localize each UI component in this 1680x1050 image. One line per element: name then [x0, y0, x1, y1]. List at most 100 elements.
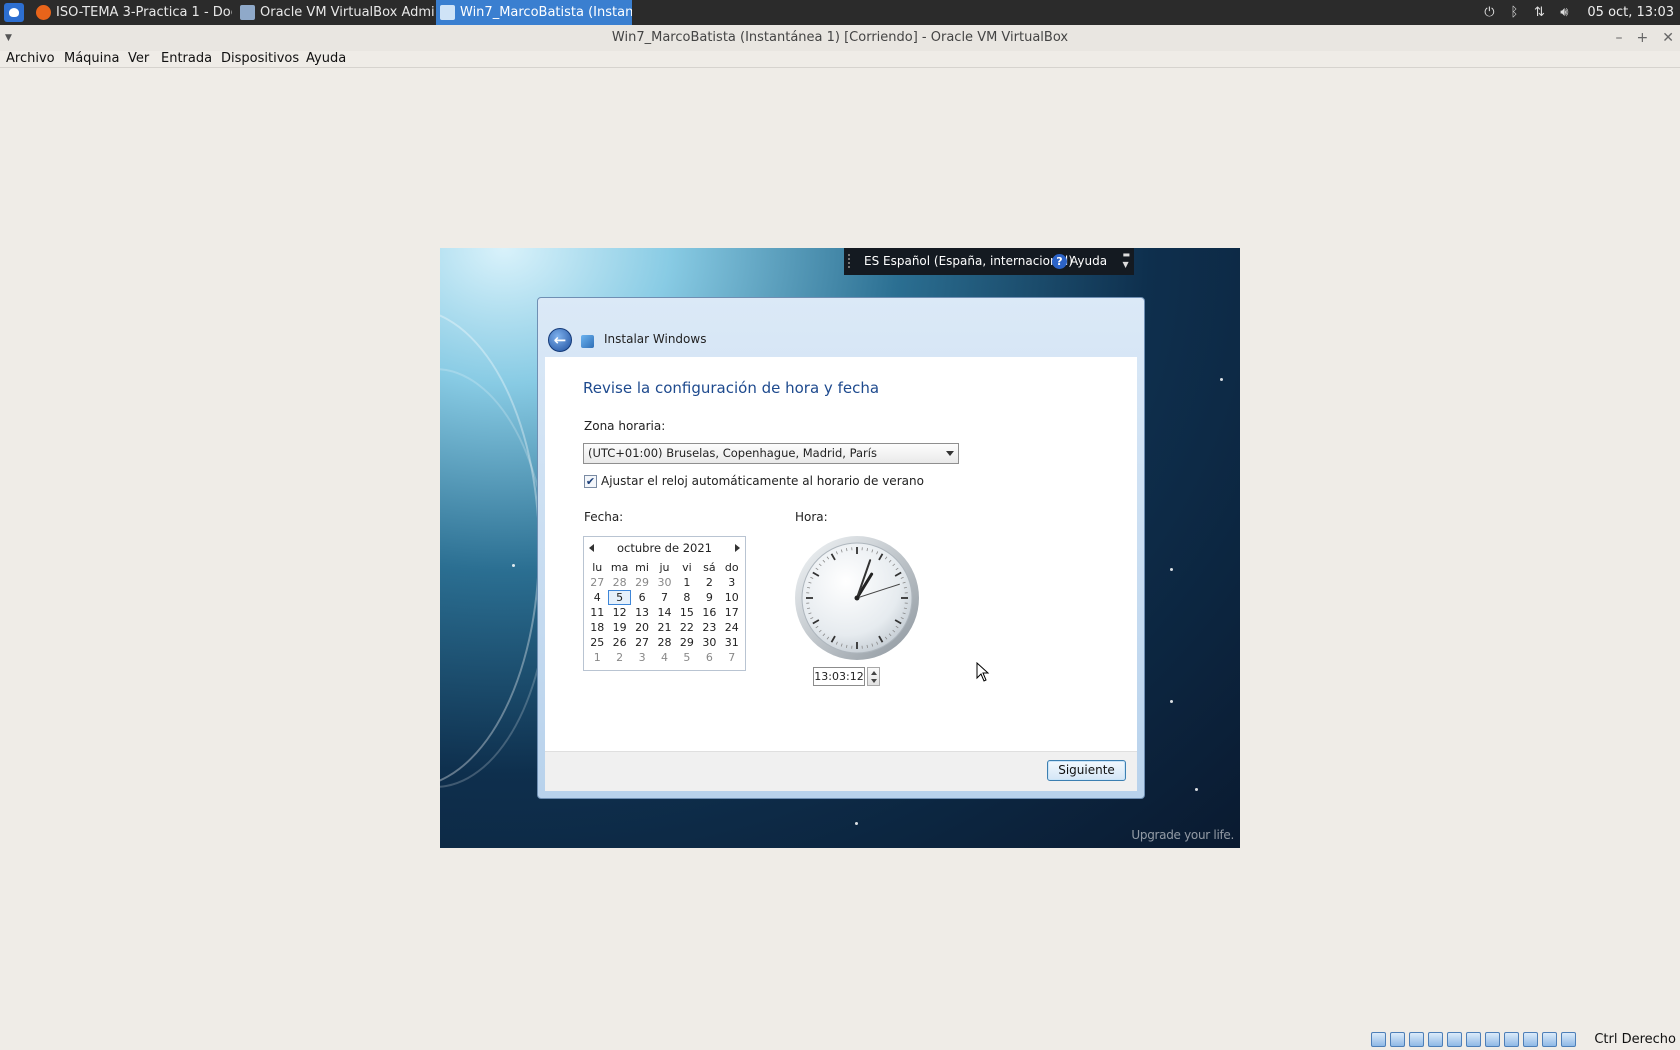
calendar-day[interactable]: 12 [608, 605, 630, 620]
dialog-title: Instalar Windows [604, 332, 707, 346]
calendar-day[interactable]: 2 [698, 575, 720, 590]
calendar-day[interactable]: 3 [721, 575, 743, 590]
language-bar-grip[interactable] [848, 254, 854, 268]
dst-checkbox[interactable]: ✔ [584, 475, 597, 488]
next-button[interactable]: Siguiente [1047, 760, 1126, 781]
calendar-day[interactable]: 28 [608, 575, 630, 590]
task-vm-window[interactable]: Win7_MarcoBatista (Instant... [436, 0, 632, 25]
tray-clock[interactable]: 05 oct, 13:03 [1587, 0, 1674, 25]
window-menu-icon[interactable]: ▼ [5, 25, 12, 51]
spin-up-icon[interactable] [871, 671, 877, 675]
calendar-day[interactable]: 24 [721, 620, 743, 635]
applications-menu-icon[interactable] [4, 3, 24, 22]
calendar-day[interactable]: 2 [608, 650, 630, 665]
hard-disk-icon[interactable] [1371, 1032, 1386, 1047]
calendar-day[interactable]: 20 [631, 620, 653, 635]
calendar-weekday: vi [682, 561, 692, 574]
calendar-day[interactable]: 15 [676, 605, 698, 620]
menu-dispositivos[interactable]: Dispositivos [221, 51, 299, 67]
calendar-day[interactable]: 10 [721, 590, 743, 605]
back-arrow-icon[interactable]: ← [548, 328, 572, 352]
calendar-day[interactable]: 4 [653, 650, 675, 665]
menu-maquina[interactable]: Máquina [64, 51, 120, 67]
taskbar: ISO-TEMA 3-Practica 1 - Doc... Oracle VM… [0, 0, 1680, 25]
close-icon[interactable]: ✕ [1662, 25, 1674, 51]
usb-icon[interactable] [1447, 1032, 1462, 1047]
calendar-day[interactable]: 29 [676, 635, 698, 650]
language-indicator[interactable]: ES Español (España, internacional) [864, 248, 1073, 275]
vm-display[interactable]: ES Español (España, internacional) ? Ayu… [440, 248, 1240, 848]
calendar-day[interactable]: 14 [653, 605, 675, 620]
calendar-day[interactable]: 8 [676, 590, 698, 605]
setup-dialog: ← Instalar Windows Revise la configuraci… [537, 297, 1145, 799]
calendar-day[interactable]: 30 [698, 635, 720, 650]
spin-down-icon[interactable] [871, 679, 877, 683]
language-bar-options-icon[interactable]: ▬ ▼ [1122, 250, 1130, 270]
dialog-content: Revise la configuración de hora y fecha … [545, 357, 1137, 751]
calendar-day[interactable]: 22 [676, 620, 698, 635]
calendar-day[interactable]: 23 [698, 620, 720, 635]
calendar-day[interactable]: 25 [586, 635, 608, 650]
time-input[interactable]: 13:03:12 [813, 667, 865, 686]
menu-ayuda[interactable]: Ayuda [306, 51, 346, 67]
network-icon[interactable]: ⇅ [1531, 0, 1547, 25]
timezone-select[interactable]: (UTC+01:00) Bruselas, Copenhague, Madrid… [583, 443, 959, 464]
calendar-month: octubre de 2021 [617, 541, 712, 555]
help-icon: ? [1052, 254, 1067, 269]
calendar-weekday: lu [592, 561, 603, 574]
calendar-day[interactable]: 1 [676, 575, 698, 590]
calendar-day[interactable]: 26 [608, 635, 630, 650]
task-label: Win7_MarcoBatista (Instant... [460, 5, 632, 20]
calendar-day[interactable]: 13 [631, 605, 653, 620]
mouse-integration-icon[interactable] [1542, 1032, 1557, 1047]
window-titlebar: ▼ Win7_MarcoBatista (Instantánea 1) [Cor… [0, 25, 1680, 51]
menu-ver[interactable]: Ver [128, 51, 149, 67]
calendar-next-icon[interactable] [735, 544, 740, 552]
calendar-day[interactable]: 1 [586, 650, 608, 665]
menu-entrada[interactable]: Entrada [161, 51, 212, 67]
calendar-day[interactable]: 7 [721, 650, 743, 665]
keyboard-icon[interactable] [1561, 1032, 1576, 1047]
minimize-icon[interactable]: – [1616, 25, 1623, 51]
calendar-day[interactable]: 21 [653, 620, 675, 635]
dst-label[interactable]: Ajustar el reloj automáticamente al hora… [601, 474, 924, 488]
maximize-icon[interactable]: + [1637, 25, 1649, 51]
language-bar-help[interactable]: ? Ayuda [1052, 248, 1107, 275]
page-heading: Revise la configuración de hora y fecha [583, 379, 880, 397]
virtualization-icon[interactable] [1523, 1032, 1538, 1047]
calendar-day[interactable]: 5 [608, 590, 631, 605]
calendar-day[interactable]: 5 [676, 650, 698, 665]
calendar-day[interactable]: 6 [698, 650, 720, 665]
calendar-day[interactable]: 4 [586, 590, 608, 605]
calendar-day[interactable]: 16 [698, 605, 720, 620]
calendar-day[interactable]: 19 [608, 620, 630, 635]
calendar-day[interactable]: 31 [721, 635, 743, 650]
task-virtualbox-manager[interactable]: Oracle VM VirtualBox Admini... [236, 0, 434, 25]
audio-icon[interactable] [1409, 1032, 1424, 1047]
volume-icon[interactable]: 🔊︎ [1556, 0, 1572, 25]
calendar-day[interactable]: 17 [721, 605, 743, 620]
time-spinner[interactable] [867, 667, 880, 686]
dialog-footer: Siguiente [545, 751, 1137, 791]
calendar-day[interactable]: 30 [653, 575, 675, 590]
calendar-day[interactable]: 29 [631, 575, 653, 590]
optical-drive-icon[interactable] [1390, 1032, 1405, 1047]
display-icon[interactable] [1485, 1032, 1500, 1047]
calendar-day[interactable]: 18 [586, 620, 608, 635]
calendar-day[interactable]: 11 [586, 605, 608, 620]
calendar-day[interactable]: 27 [586, 575, 608, 590]
calendar-day[interactable]: 7 [653, 590, 675, 605]
shared-folders-icon[interactable] [1466, 1032, 1481, 1047]
video-capture-icon[interactable] [1504, 1032, 1519, 1047]
menu-archivo[interactable]: Archivo [6, 51, 55, 67]
calendar-day[interactable]: 28 [653, 635, 675, 650]
calendar-day[interactable]: 6 [631, 590, 653, 605]
bluetooth-icon[interactable]: ᛒ [1506, 0, 1522, 25]
wallpaper-star [512, 564, 515, 567]
task-document[interactable]: ISO-TEMA 3-Practica 1 - Doc... [32, 0, 232, 25]
calendar-day[interactable]: 9 [698, 590, 720, 605]
calendar-day[interactable]: 3 [631, 650, 653, 665]
network-adapter-icon[interactable] [1428, 1032, 1443, 1047]
power-plug-icon[interactable]: ⏻ [1481, 0, 1497, 25]
calendar-day[interactable]: 27 [631, 635, 653, 650]
